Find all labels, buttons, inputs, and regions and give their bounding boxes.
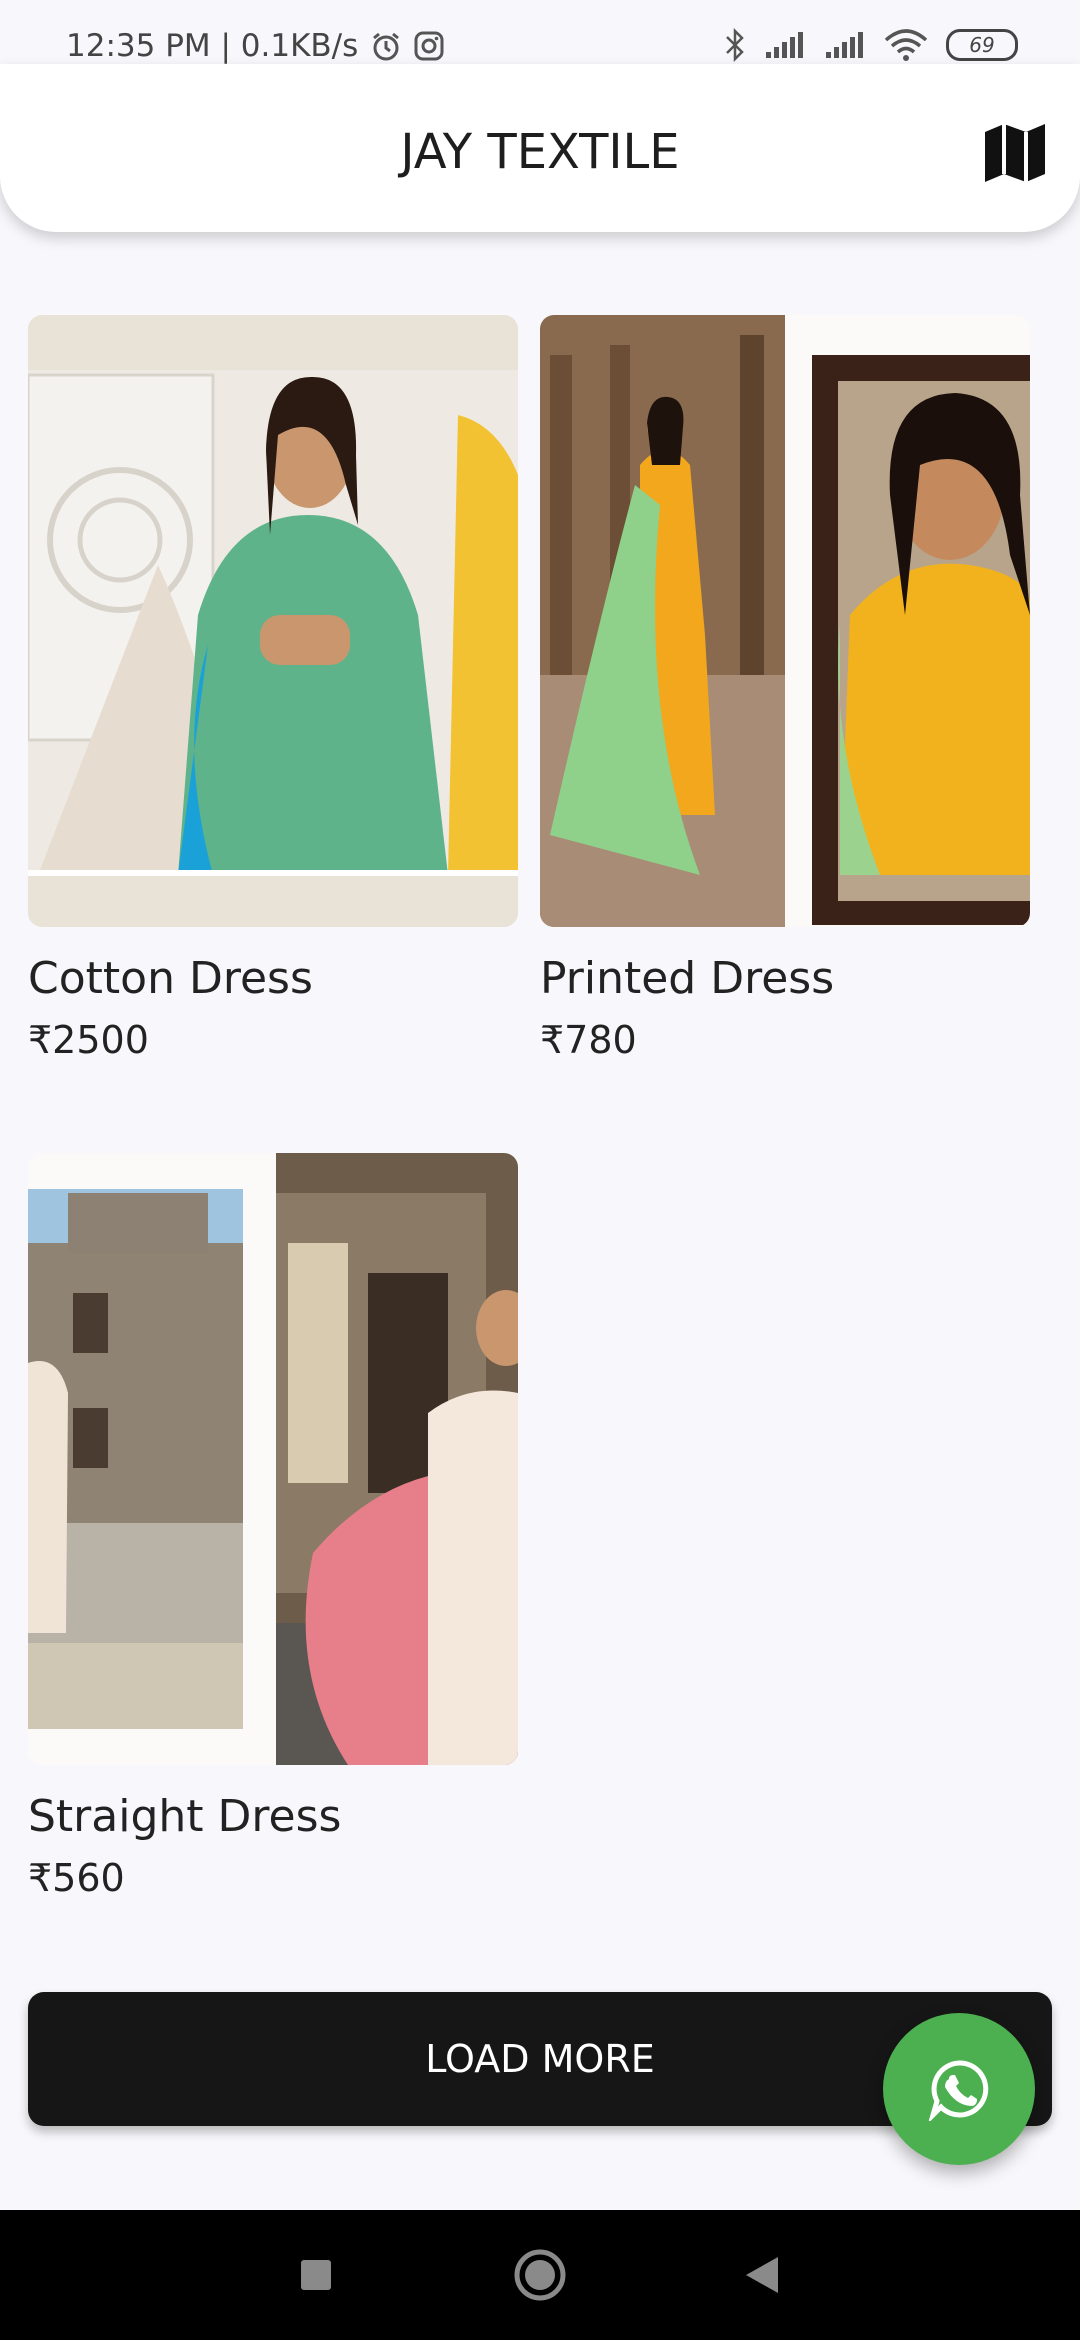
- product-image[interactable]: [28, 1153, 518, 1765]
- app-header: JAY TEXTILE: [0, 64, 1080, 232]
- product-image[interactable]: [28, 315, 518, 927]
- home-icon: [514, 2249, 566, 2301]
- product-card[interactable]: Cotton Dress ₹2500: [28, 315, 518, 1062]
- alarm-icon: [373, 32, 400, 61]
- status-time: 12:35 PM | 0.1KB/s: [66, 28, 359, 64]
- system-nav-bar: [0, 2210, 1080, 2340]
- battery-indicator: 69: [946, 29, 1018, 61]
- product-price: ₹780: [540, 1018, 637, 1062]
- recent-apps-button[interactable]: [280, 2210, 352, 2340]
- product-card[interactable]: Printed Dress ₹780: [540, 315, 1030, 1062]
- page-title: JAY TEXTILE: [400, 124, 680, 180]
- whatsapp-icon: [928, 2060, 989, 2121]
- product-price: ₹2500: [28, 1018, 149, 1062]
- status-right: 69: [724, 28, 1018, 62]
- back-button[interactable]: [726, 2210, 798, 2340]
- product-image[interactable]: [540, 315, 1030, 927]
- product-name: Printed Dress: [540, 953, 835, 1004]
- product-name: Straight Dress: [28, 1791, 342, 1842]
- recent-apps-icon: [301, 2260, 331, 2290]
- instagram-icon: [414, 31, 444, 61]
- signal-icon-2: [826, 32, 863, 58]
- status-left: 12:35 PM | 0.1KB/s: [66, 28, 444, 64]
- home-button[interactable]: [504, 2210, 576, 2340]
- signal-icon: [766, 32, 803, 58]
- bluetooth-icon: [726, 28, 744, 62]
- back-icon: [746, 2257, 778, 2293]
- wifi-icon: [884, 29, 928, 61]
- map-icon[interactable]: [982, 120, 1048, 186]
- whatsapp-button[interactable]: [883, 2013, 1035, 2165]
- product-name: Cotton Dress: [28, 953, 313, 1004]
- product-price: ₹560: [28, 1856, 125, 1900]
- product-card[interactable]: Straight Dress ₹560: [28, 1153, 518, 1900]
